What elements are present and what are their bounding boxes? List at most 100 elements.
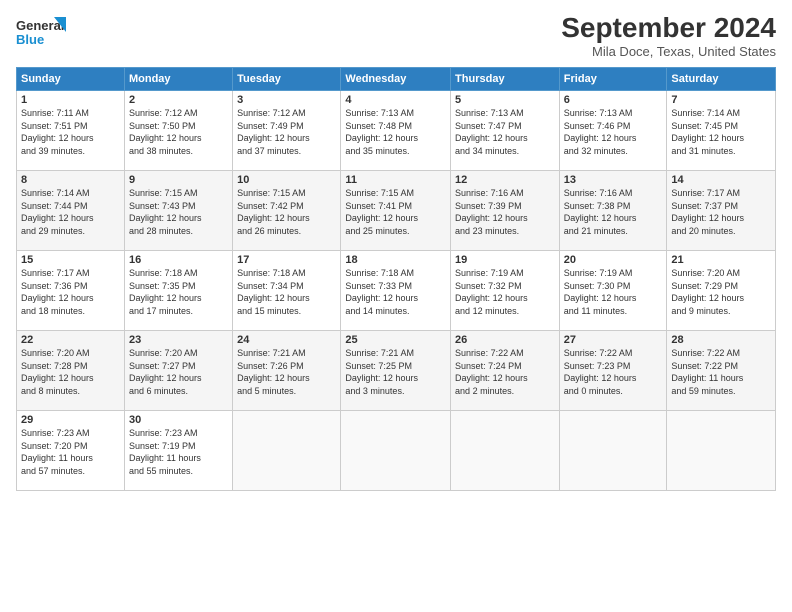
day-info: Sunrise: 7:18 AM Sunset: 7:33 PM Dayligh…	[345, 267, 446, 317]
calendar-cell: 15Sunrise: 7:17 AM Sunset: 7:36 PM Dayli…	[17, 251, 125, 331]
day-number: 11	[345, 174, 446, 186]
day-number: 25	[345, 334, 446, 346]
day-number: 17	[237, 254, 336, 266]
calendar-cell: 28Sunrise: 7:22 AM Sunset: 7:22 PM Dayli…	[667, 331, 776, 411]
calendar-cell: 5Sunrise: 7:13 AM Sunset: 7:47 PM Daylig…	[451, 91, 560, 171]
day-header-wednesday: Wednesday	[341, 68, 451, 91]
day-info: Sunrise: 7:13 AM Sunset: 7:47 PM Dayligh…	[455, 107, 555, 157]
day-number: 20	[564, 254, 663, 266]
calendar-cell	[559, 411, 667, 491]
location-subtitle: Mila Doce, Texas, United States	[561, 44, 776, 59]
day-info: Sunrise: 7:22 AM Sunset: 7:22 PM Dayligh…	[671, 347, 771, 397]
day-info: Sunrise: 7:16 AM Sunset: 7:38 PM Dayligh…	[564, 187, 663, 237]
calendar-cell: 23Sunrise: 7:20 AM Sunset: 7:27 PM Dayli…	[124, 331, 232, 411]
day-header-monday: Monday	[124, 68, 232, 91]
day-info: Sunrise: 7:22 AM Sunset: 7:24 PM Dayligh…	[455, 347, 555, 397]
day-number: 13	[564, 174, 663, 186]
day-number: 2	[129, 94, 228, 106]
day-info: Sunrise: 7:18 AM Sunset: 7:35 PM Dayligh…	[129, 267, 228, 317]
day-info: Sunrise: 7:13 AM Sunset: 7:46 PM Dayligh…	[564, 107, 663, 157]
logo-icon: General Blue	[16, 12, 66, 52]
calendar-cell: 4Sunrise: 7:13 AM Sunset: 7:48 PM Daylig…	[341, 91, 451, 171]
calendar-cell: 20Sunrise: 7:19 AM Sunset: 7:30 PM Dayli…	[559, 251, 667, 331]
day-number: 12	[455, 174, 555, 186]
day-number: 23	[129, 334, 228, 346]
day-header-thursday: Thursday	[451, 68, 560, 91]
day-number: 3	[237, 94, 336, 106]
calendar-cell	[667, 411, 776, 491]
day-number: 29	[21, 414, 120, 426]
calendar-cell: 1Sunrise: 7:11 AM Sunset: 7:51 PM Daylig…	[17, 91, 125, 171]
day-info: Sunrise: 7:17 AM Sunset: 7:37 PM Dayligh…	[671, 187, 771, 237]
day-info: Sunrise: 7:13 AM Sunset: 7:48 PM Dayligh…	[345, 107, 446, 157]
calendar-cell	[451, 411, 560, 491]
day-info: Sunrise: 7:23 AM Sunset: 7:20 PM Dayligh…	[21, 427, 120, 477]
calendar-cell: 11Sunrise: 7:15 AM Sunset: 7:41 PM Dayli…	[341, 171, 451, 251]
day-number: 15	[21, 254, 120, 266]
calendar-cell	[341, 411, 451, 491]
day-number: 30	[129, 414, 228, 426]
calendar-cell	[233, 411, 341, 491]
day-number: 8	[21, 174, 120, 186]
calendar-cell: 3Sunrise: 7:12 AM Sunset: 7:49 PM Daylig…	[233, 91, 341, 171]
calendar-table: SundayMondayTuesdayWednesdayThursdayFrid…	[16, 67, 776, 491]
calendar-week-row: 1Sunrise: 7:11 AM Sunset: 7:51 PM Daylig…	[17, 91, 776, 171]
calendar-cell: 18Sunrise: 7:18 AM Sunset: 7:33 PM Dayli…	[341, 251, 451, 331]
calendar-cell: 7Sunrise: 7:14 AM Sunset: 7:45 PM Daylig…	[667, 91, 776, 171]
calendar-week-row: 8Sunrise: 7:14 AM Sunset: 7:44 PM Daylig…	[17, 171, 776, 251]
calendar-cell: 22Sunrise: 7:20 AM Sunset: 7:28 PM Dayli…	[17, 331, 125, 411]
calendar-cell: 12Sunrise: 7:16 AM Sunset: 7:39 PM Dayli…	[451, 171, 560, 251]
calendar-page: General Blue September 2024 Mila Doce, T…	[0, 0, 792, 612]
calendar-cell: 8Sunrise: 7:14 AM Sunset: 7:44 PM Daylig…	[17, 171, 125, 251]
calendar-cell: 10Sunrise: 7:15 AM Sunset: 7:42 PM Dayli…	[233, 171, 341, 251]
day-number: 10	[237, 174, 336, 186]
day-info: Sunrise: 7:20 AM Sunset: 7:29 PM Dayligh…	[671, 267, 771, 317]
day-info: Sunrise: 7:12 AM Sunset: 7:50 PM Dayligh…	[129, 107, 228, 157]
day-info: Sunrise: 7:19 AM Sunset: 7:32 PM Dayligh…	[455, 267, 555, 317]
day-header-tuesday: Tuesday	[233, 68, 341, 91]
calendar-header-row: SundayMondayTuesdayWednesdayThursdayFrid…	[17, 68, 776, 91]
calendar-cell: 13Sunrise: 7:16 AM Sunset: 7:38 PM Dayli…	[559, 171, 667, 251]
month-year-title: September 2024	[561, 12, 776, 44]
day-number: 28	[671, 334, 771, 346]
day-info: Sunrise: 7:23 AM Sunset: 7:19 PM Dayligh…	[129, 427, 228, 477]
day-header-sunday: Sunday	[17, 68, 125, 91]
day-info: Sunrise: 7:21 AM Sunset: 7:25 PM Dayligh…	[345, 347, 446, 397]
calendar-cell: 14Sunrise: 7:17 AM Sunset: 7:37 PM Dayli…	[667, 171, 776, 251]
calendar-cell: 27Sunrise: 7:22 AM Sunset: 7:23 PM Dayli…	[559, 331, 667, 411]
day-number: 22	[21, 334, 120, 346]
day-info: Sunrise: 7:19 AM Sunset: 7:30 PM Dayligh…	[564, 267, 663, 317]
day-info: Sunrise: 7:14 AM Sunset: 7:44 PM Dayligh…	[21, 187, 120, 237]
calendar-week-row: 22Sunrise: 7:20 AM Sunset: 7:28 PM Dayli…	[17, 331, 776, 411]
day-header-friday: Friday	[559, 68, 667, 91]
day-info: Sunrise: 7:15 AM Sunset: 7:42 PM Dayligh…	[237, 187, 336, 237]
day-number: 27	[564, 334, 663, 346]
day-number: 6	[564, 94, 663, 106]
calendar-cell: 2Sunrise: 7:12 AM Sunset: 7:50 PM Daylig…	[124, 91, 232, 171]
header: General Blue September 2024 Mila Doce, T…	[16, 12, 776, 59]
day-number: 7	[671, 94, 771, 106]
day-number: 9	[129, 174, 228, 186]
day-info: Sunrise: 7:15 AM Sunset: 7:41 PM Dayligh…	[345, 187, 446, 237]
day-number: 14	[671, 174, 771, 186]
day-info: Sunrise: 7:22 AM Sunset: 7:23 PM Dayligh…	[564, 347, 663, 397]
calendar-cell: 24Sunrise: 7:21 AM Sunset: 7:26 PM Dayli…	[233, 331, 341, 411]
day-header-saturday: Saturday	[667, 68, 776, 91]
day-number: 5	[455, 94, 555, 106]
day-info: Sunrise: 7:11 AM Sunset: 7:51 PM Dayligh…	[21, 107, 120, 157]
day-info: Sunrise: 7:12 AM Sunset: 7:49 PM Dayligh…	[237, 107, 336, 157]
calendar-cell: 6Sunrise: 7:13 AM Sunset: 7:46 PM Daylig…	[559, 91, 667, 171]
calendar-cell: 29Sunrise: 7:23 AM Sunset: 7:20 PM Dayli…	[17, 411, 125, 491]
calendar-cell: 16Sunrise: 7:18 AM Sunset: 7:35 PM Dayli…	[124, 251, 232, 331]
calendar-week-row: 29Sunrise: 7:23 AM Sunset: 7:20 PM Dayli…	[17, 411, 776, 491]
title-block: September 2024 Mila Doce, Texas, United …	[561, 12, 776, 59]
logo: General Blue	[16, 12, 66, 52]
day-number: 16	[129, 254, 228, 266]
day-number: 21	[671, 254, 771, 266]
day-info: Sunrise: 7:16 AM Sunset: 7:39 PM Dayligh…	[455, 187, 555, 237]
day-number: 18	[345, 254, 446, 266]
day-number: 26	[455, 334, 555, 346]
calendar-cell: 30Sunrise: 7:23 AM Sunset: 7:19 PM Dayli…	[124, 411, 232, 491]
calendar-cell: 21Sunrise: 7:20 AM Sunset: 7:29 PM Dayli…	[667, 251, 776, 331]
day-info: Sunrise: 7:14 AM Sunset: 7:45 PM Dayligh…	[671, 107, 771, 157]
